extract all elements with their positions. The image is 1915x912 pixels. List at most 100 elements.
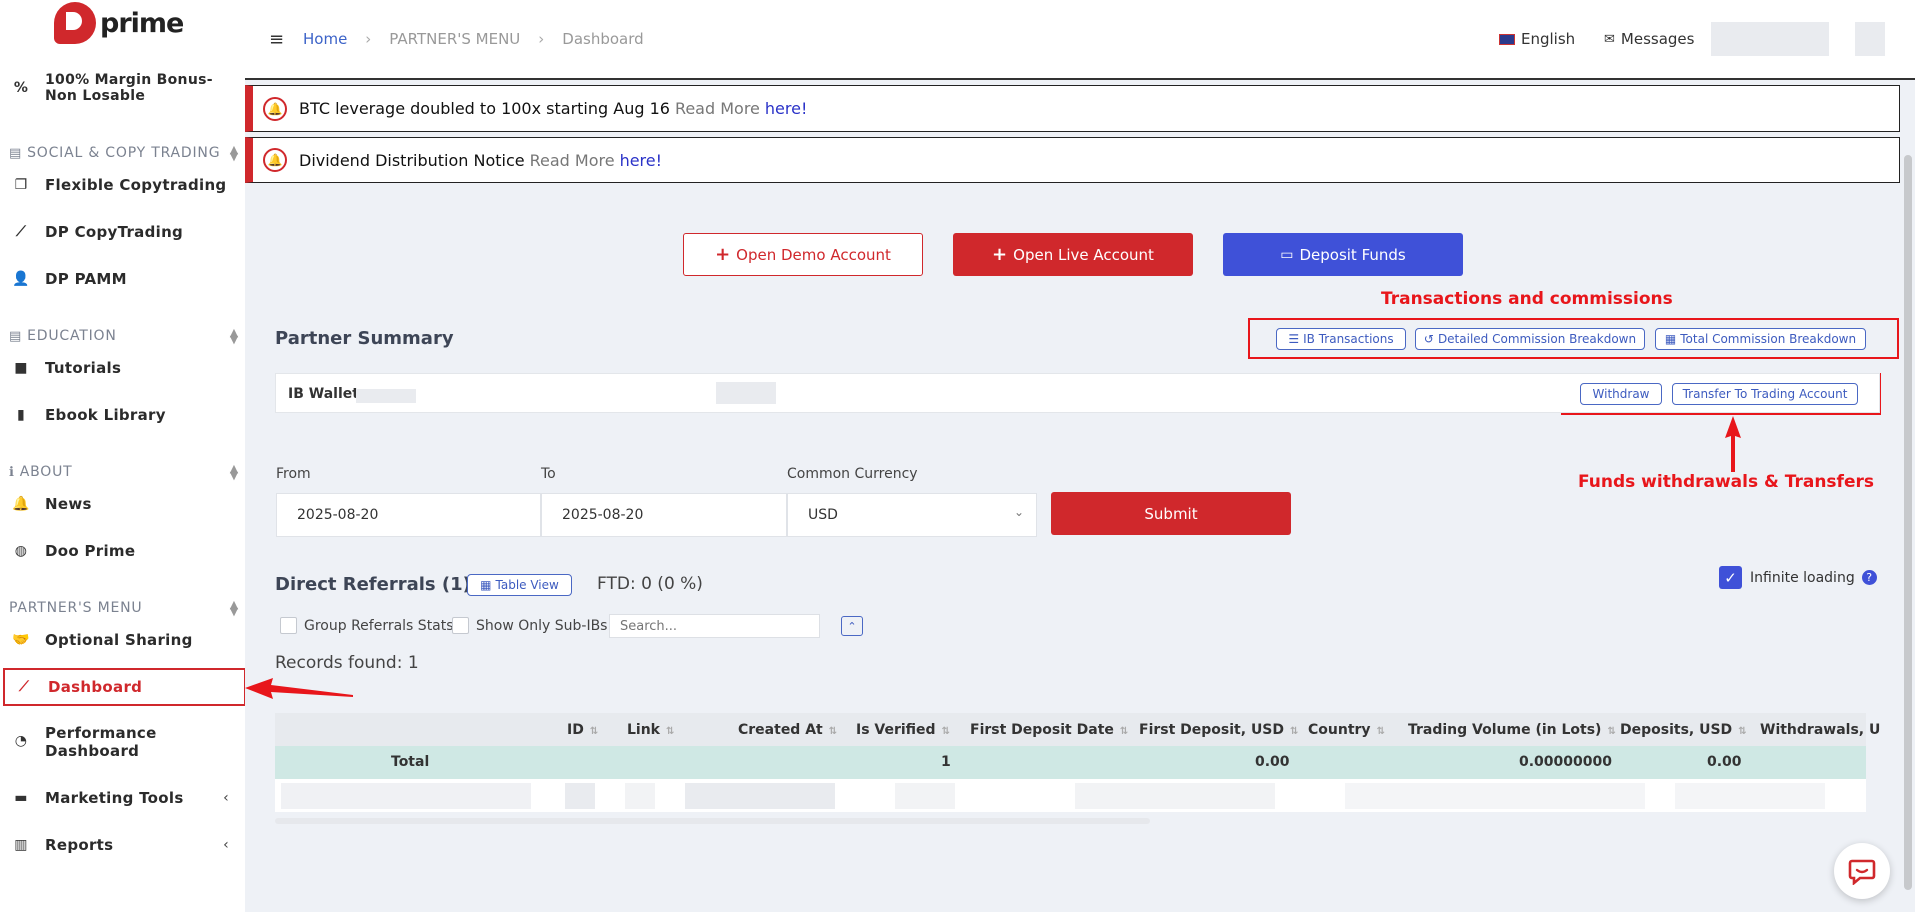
open-live-account-button[interactable]: + Open Live Account xyxy=(953,233,1193,276)
to-date-input[interactable]: 2025-08-20 xyxy=(541,493,787,537)
show-only-sub-ibs-checkbox[interactable]: Show Only Sub-IBs xyxy=(452,617,607,634)
horizontal-scrollbar[interactable] xyxy=(275,818,1150,824)
column-header-withdrawals[interactable]: Withdrawals, U xyxy=(1760,722,1880,738)
book-icon: ▤ xyxy=(9,145,23,161)
column-header-created-at[interactable]: Created At ⇅ xyxy=(738,722,837,738)
blurred-cell xyxy=(1675,783,1825,809)
checkbox[interactable] xyxy=(280,617,297,634)
column-header-is-verified[interactable]: Is Verified ⇅ xyxy=(856,722,950,738)
detailed-commission-breakdown-button[interactable]: ↺ Detailed Commission Breakdown xyxy=(1415,328,1645,350)
live-chat-button[interactable] xyxy=(1834,843,1890,899)
sidebar-item-news[interactable]: 🔔 News xyxy=(0,493,245,515)
column-header-deposits-usd[interactable]: Deposits, USD ⇅ xyxy=(1620,722,1747,738)
sidebar-section-social: ▤ SOCIAL & COPY TRADING ▲ ▼ xyxy=(9,144,239,162)
checkbox-checked-icon[interactable]: ✓ xyxy=(1719,566,1742,589)
breadcrumb-dashboard: Dashboard xyxy=(562,30,644,48)
blurred-cell xyxy=(685,783,835,809)
partner-summary-title: Partner Summary xyxy=(275,328,454,349)
sort-icon: ⇅ xyxy=(1290,726,1299,737)
top-header: ≡ Home › PARTNER'S MENU › Dashboard Engl… xyxy=(245,0,1915,80)
column-header-first-deposit-usd[interactable]: First Deposit, USD ⇅ xyxy=(1139,722,1298,738)
help-icon[interactable]: ? xyxy=(1861,570,1877,585)
button-label: Table View xyxy=(495,578,559,592)
vertical-scrollbar[interactable] xyxy=(1904,155,1912,890)
sidebar-item-label: Performance Dashboard xyxy=(45,724,157,760)
infinite-loading-toggle[interactable]: ✓ Infinite loading ? xyxy=(1719,566,1877,589)
table-icon: ▦ xyxy=(480,578,492,592)
button-label: Submit xyxy=(1144,504,1198,523)
collapse-button[interactable]: ⌃ xyxy=(841,616,863,636)
breadcrumb: Home › PARTNER'S MENU › Dashboard xyxy=(285,30,662,48)
avatar[interactable] xyxy=(1855,22,1885,56)
section-label: EDUCATION xyxy=(27,328,117,344)
sidebar-item-dp-copytrading[interactable]: ⟋ DP CopyTrading xyxy=(0,221,245,243)
table-view-button[interactable]: ▦ Table View xyxy=(467,574,572,596)
messages-link[interactable]: ✉ Messages xyxy=(1604,30,1694,48)
column-header-country[interactable]: Country ⇅ xyxy=(1308,722,1385,738)
header-label: First Deposit, USD xyxy=(1139,722,1285,738)
column-header-link[interactable]: Link ⇅ xyxy=(627,722,674,738)
menu-icon[interactable]: ≡ xyxy=(269,29,284,50)
submit-button[interactable]: Submit xyxy=(1051,492,1291,535)
breadcrumb-home[interactable]: Home xyxy=(303,30,347,48)
button-label: Total Commission Breakdown xyxy=(1680,332,1857,346)
sort-icon: ⇅ xyxy=(1119,726,1129,737)
chevron-up-icon: ⌃ xyxy=(847,619,857,633)
checkbox[interactable] xyxy=(452,617,469,634)
table-row[interactable] xyxy=(275,779,1866,812)
column-header-trading-volume[interactable]: Trading Volume (in Lots) ⇅ xyxy=(1408,722,1616,738)
notice-link[interactable]: here! xyxy=(765,99,807,118)
user-info-blurred[interactable] xyxy=(1711,22,1829,56)
checkbox-label: Show Only Sub-IBs xyxy=(476,617,608,634)
breadcrumb-separator: › xyxy=(538,30,545,48)
checkbox-label: Infinite loading xyxy=(1750,569,1855,586)
total-trading-volume: 0.00000000 xyxy=(1519,754,1612,770)
from-date-input[interactable]: 2025-08-20 xyxy=(276,493,541,537)
transfer-to-trading-account-button[interactable]: Transfer To Trading Account xyxy=(1672,383,1858,405)
sidebar-item-doo-prime[interactable]: ◍ Doo Prime xyxy=(0,540,245,562)
sidebar-item-label: News xyxy=(45,495,92,513)
header-label: ID xyxy=(567,722,584,738)
blurred-cell xyxy=(1075,783,1275,809)
referrals-table: ID ⇅ Link ⇅ Created At ⇅ Is Verified ⇅ First… xyxy=(275,713,1880,824)
section-label: ABOUT xyxy=(19,464,73,480)
video-icon: ■ xyxy=(14,360,28,376)
direct-referrals-title: Direct Referrals (1) xyxy=(275,574,471,595)
sidebar-item-dashboard[interactable]: ⟋ Dashboard xyxy=(3,668,245,706)
sidebar-item-ebook-library[interactable]: ▮ Ebook Library xyxy=(0,404,245,426)
withdraw-button[interactable]: Withdraw xyxy=(1580,383,1662,405)
sidebar-item-dp-pamm[interactable]: 👤 DP PAMM xyxy=(0,268,245,290)
chevron-left-icon: ‹ xyxy=(223,790,229,806)
column-header-first-deposit-date[interactable]: First Deposit Date ⇅ xyxy=(970,722,1128,738)
group-referrals-stats-checkbox[interactable]: Group Referrals Stats xyxy=(280,617,454,634)
column-header-id[interactable]: ID ⇅ xyxy=(567,722,598,738)
logo[interactable]: prime xyxy=(54,0,184,46)
referrals-search-input[interactable] xyxy=(609,614,820,638)
sidebar-item-performance-dashboard[interactable]: ◔ Performance Dashboard xyxy=(0,724,245,760)
open-demo-account-button[interactable]: + Open Demo Account xyxy=(683,233,923,276)
read-more-label: Read More xyxy=(674,99,760,118)
notice-btc-leverage: 🔔 BTC leverage doubled to 100x starting … xyxy=(245,85,1900,132)
total-commission-breakdown-button[interactable]: ▦ Total Commission Breakdown xyxy=(1655,328,1866,350)
sidebar-item-optional-sharing[interactable]: 🤝 Optional Sharing xyxy=(0,629,245,651)
sidebar-item-reports[interactable]: ▥ Reports ‹ xyxy=(0,834,245,856)
sidebar-section-about: ℹ ABOUT ▲ ▼ xyxy=(9,463,239,481)
plus-icon: + xyxy=(992,244,1008,265)
sidebar-item-tutorials[interactable]: ■ Tutorials xyxy=(0,357,245,379)
sidebar-item-flexible-copytrading[interactable]: ❐ Flexible Copytrading xyxy=(0,174,245,196)
sidebar-item-label: Reports xyxy=(45,836,114,854)
chevron-left-icon: ‹ xyxy=(223,837,229,853)
breadcrumb-partners-menu[interactable]: PARTNER'S MENU xyxy=(389,30,520,48)
sidebar: prime % 100% Margin Bonus- Non Losable ▤… xyxy=(0,0,245,912)
envelope-icon: ✉ xyxy=(1604,31,1615,47)
notice-link[interactable]: here! xyxy=(620,151,662,170)
ib-transactions-button[interactable]: ☰ IB Transactions xyxy=(1276,328,1406,350)
deposit-funds-button[interactable]: ▭ Deposit Funds xyxy=(1223,233,1463,276)
sidebar-item-margin-bonus[interactable]: % 100% Margin Bonus- Non Losable xyxy=(0,72,245,106)
currency-select[interactable]: USD ⌄ xyxy=(787,493,1037,537)
language-selector[interactable]: English xyxy=(1499,30,1575,48)
sidebar-item-marketing-tools[interactable]: ▬ Marketing Tools ‹ xyxy=(0,787,245,809)
logo-mark-icon xyxy=(54,2,96,44)
chart-line-icon: ⟋ xyxy=(18,679,30,695)
sidebar-item-label: 100% Margin Bonus- Non Losable xyxy=(45,72,213,104)
